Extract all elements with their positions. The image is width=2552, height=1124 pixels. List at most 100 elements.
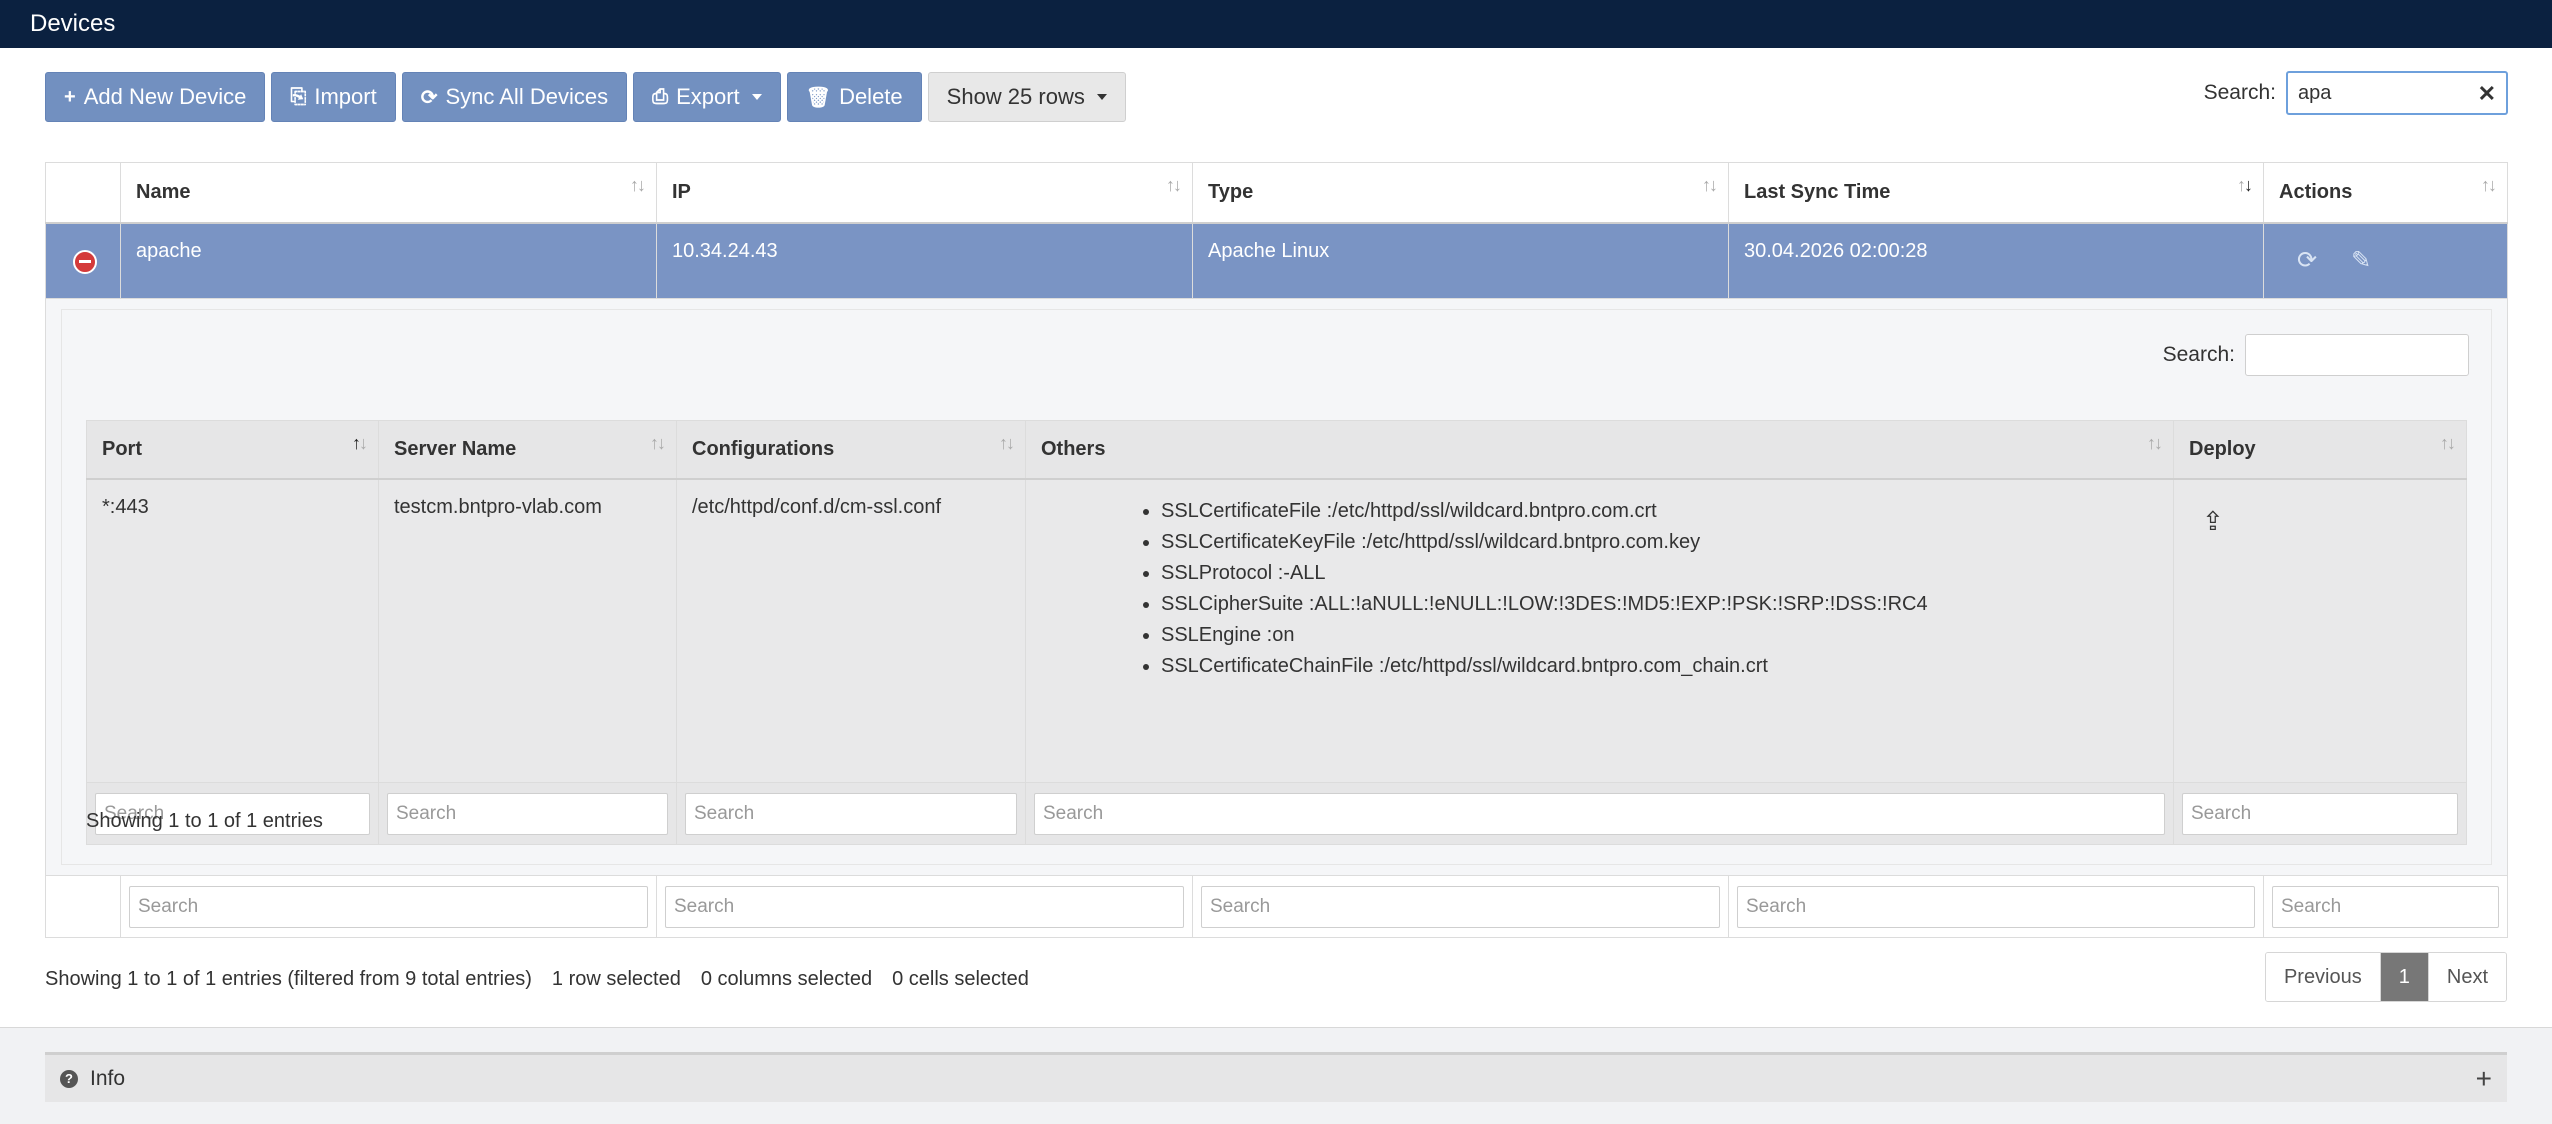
delete-button[interactable]: 🗑 Delete xyxy=(786,72,922,122)
filter-cell: Search xyxy=(656,875,1193,938)
device-name-cell: apache xyxy=(120,222,657,299)
filter-cell: Search xyxy=(378,782,677,845)
deploy-filter-input[interactable]: Search xyxy=(2182,792,2458,835)
expand-icon[interactable]: + xyxy=(2476,1063,2492,1095)
rows-selected-info: 1 row selected xyxy=(551,968,681,990)
sort-desc-icon: ↑↓ xyxy=(2237,175,2253,195)
column-header-last-sync[interactable]: Last Sync Time ↑↓ xyxy=(1728,162,2264,224)
next-page-button[interactable]: Next xyxy=(2427,953,2506,1001)
others-cell: SSLCertificateFile :/etc/httpd/ssl/wildc… xyxy=(1025,478,2174,783)
list-item: SSLCertificateFile :/etc/httpd/ssl/wildc… xyxy=(1161,496,2158,527)
column-header-type[interactable]: Type ↑↓ xyxy=(1192,162,1729,224)
device-ip-cell: 10.34.24.43 xyxy=(656,222,1193,299)
list-item: SSLProtocol :-ALL xyxy=(1161,558,2158,589)
import-label: Import xyxy=(314,84,377,109)
sort-icon: ↑↓ xyxy=(1702,175,1718,195)
sort-icon: ↑↓ xyxy=(650,433,666,453)
file-import-icon: ⎘ xyxy=(290,85,307,108)
page-title: Devices xyxy=(30,10,116,37)
list-item: SSLCertificateKeyFile :/etc/httpd/ssl/wi… xyxy=(1161,527,2158,558)
plus-icon: + xyxy=(64,85,76,108)
column-header-actions[interactable]: Actions ↑↓ xyxy=(2263,162,2508,224)
configuration-cell: /etc/httpd/conf.d/cm-ssl.conf xyxy=(676,478,1026,783)
ports-filter-row: Search Search Search Search Search xyxy=(86,782,2467,845)
column-header-name[interactable]: Name ↑↓ xyxy=(120,162,657,224)
filter-cell xyxy=(45,875,121,938)
sort-icon: ↑↓ xyxy=(630,175,646,195)
cells-selected-info: 0 cells selected xyxy=(892,968,1029,990)
devices-panel: + Add New Device ⎘ Import ⟳ Sync All Dev… xyxy=(0,48,2552,1028)
filter-cell: Search xyxy=(120,875,657,938)
child-table-info: Showing 1 to 1 of 1 entries xyxy=(86,810,323,832)
clear-search-icon[interactable]: ✕ xyxy=(2478,81,2496,107)
filter-cell: Search xyxy=(1025,782,2174,845)
sync-icon: ⟳ xyxy=(420,86,438,109)
column-header-port[interactable]: Port ↑↓ xyxy=(86,420,379,480)
select-column-header xyxy=(45,162,121,224)
configurations-filter-input[interactable]: Search xyxy=(685,792,1017,835)
list-item: SSLCertificateChainFile :/etc/httpd/ssl/… xyxy=(1161,651,2158,682)
deploy-cell: ⇪ xyxy=(2173,478,2467,783)
info-panel-header[interactable]: ? Info + xyxy=(45,1052,2507,1102)
page-length-button[interactable]: Show 25 rows xyxy=(927,72,1126,122)
trash-icon: 🗑 xyxy=(805,86,832,109)
export-label: Export xyxy=(676,84,740,109)
search-box: ✕ xyxy=(2286,71,2508,115)
list-item: SSLCipherSuite :ALL:!aNULL:!eNULL:!LOW:!… xyxy=(1161,589,2158,620)
search-input[interactable] xyxy=(2288,73,2506,113)
device-type-cell: Apache Linux xyxy=(1192,222,1729,299)
table-search: Search: ✕ xyxy=(2204,71,2508,115)
server-name-cell: testcm.bntpro-vlab.com xyxy=(378,478,677,783)
add-device-label: Add New Device xyxy=(83,84,247,109)
column-header-others[interactable]: Others ↑↓ xyxy=(1025,420,2174,480)
device-details-panel: Search: Port ↑↓ Server Name ↑↓ Configura… xyxy=(61,309,2492,865)
sort-icon: ↑↓ xyxy=(2440,433,2456,453)
column-header-configurations[interactable]: Configurations ↑↓ xyxy=(676,420,1026,480)
filter-cell: Search xyxy=(1192,875,1729,938)
sync-all-label: Sync All Devices xyxy=(445,84,609,109)
last-sync-filter-input[interactable]: Search xyxy=(1737,885,2255,928)
chevron-down-icon xyxy=(751,94,762,100)
pagination: Previous 1 Next xyxy=(2264,952,2507,1002)
entries-info: Showing 1 to 1 of 1 entries (filtered fr… xyxy=(45,968,532,990)
ports-table: Port ↑↓ Server Name ↑↓ Configurations ↑↓ Ot… xyxy=(86,420,2467,845)
table-row[interactable]: apache 10.34.24.43 Apache Linux 30.04.20… xyxy=(45,222,2508,299)
child-search-label: Search: xyxy=(2162,343,2235,366)
sort-icon: ↑↓ xyxy=(999,433,1015,453)
sync-all-button[interactable]: ⟳ Sync All Devices xyxy=(401,72,628,122)
table-header-row: Name ↑↓ IP ↑↓ Type ↑↓ Last Sync Time ↑↓ Acti… xyxy=(45,162,2508,224)
port-cell: *:443 xyxy=(86,478,379,783)
upload-icon[interactable]: ⇪ xyxy=(2202,506,2224,537)
devices-table: Name ↑↓ IP ↑↓ Type ↑↓ Last Sync Time ↑↓ Acti… xyxy=(45,162,2508,938)
column-header-ip[interactable]: IP ↑↓ xyxy=(656,162,1193,224)
export-button[interactable]: ⎙ Export xyxy=(633,72,781,122)
page-1-button[interactable]: 1 xyxy=(2379,953,2428,1001)
name-filter-input[interactable]: Search xyxy=(129,885,648,928)
others-list: SSLCertificateFile :/etc/httpd/ssl/wildc… xyxy=(1161,496,2158,682)
actions-filter-input[interactable]: Search xyxy=(2272,885,2499,928)
device-actions-cell: ⟳ ✎ xyxy=(2263,222,2508,299)
others-filter-input[interactable]: Search xyxy=(1034,792,2165,835)
row-toggle-cell[interactable] xyxy=(45,222,121,299)
ports-header-row: Port ↑↓ Server Name ↑↓ Configurations ↑↓ Ot… xyxy=(86,420,2467,480)
previous-page-button[interactable]: Previous xyxy=(2265,953,2380,1001)
page-length-label: Show 25 rows xyxy=(946,84,1085,109)
type-filter-input[interactable]: Search xyxy=(1201,885,1720,928)
edit-device-icon[interactable]: ✎ xyxy=(2351,246,2371,275)
child-search-input[interactable] xyxy=(2245,334,2469,376)
toolbar: + Add New Device ⎘ Import ⟳ Sync All Dev… xyxy=(45,72,1126,122)
column-header-deploy[interactable]: Deploy ↑↓ xyxy=(2173,420,2467,480)
filter-cell: Search xyxy=(2173,782,2467,845)
ip-filter-input[interactable]: Search xyxy=(665,885,1184,928)
chevron-down-icon xyxy=(1096,94,1107,100)
delete-label: Delete xyxy=(839,84,903,109)
child-row: Search: Port ↑↓ Server Name ↑↓ Configura… xyxy=(45,298,2508,876)
collapse-row-icon[interactable] xyxy=(73,249,97,274)
add-device-button[interactable]: + Add New Device xyxy=(45,72,266,122)
server-name-filter-input[interactable]: Search xyxy=(387,792,668,835)
import-button[interactable]: ⎘ Import xyxy=(271,72,396,122)
sort-asc-icon: ↑↓ xyxy=(352,433,368,453)
sync-device-icon[interactable]: ⟳ xyxy=(2297,246,2317,275)
info-panel-label: Info xyxy=(90,1066,126,1090)
column-header-server-name[interactable]: Server Name ↑↓ xyxy=(378,420,677,480)
